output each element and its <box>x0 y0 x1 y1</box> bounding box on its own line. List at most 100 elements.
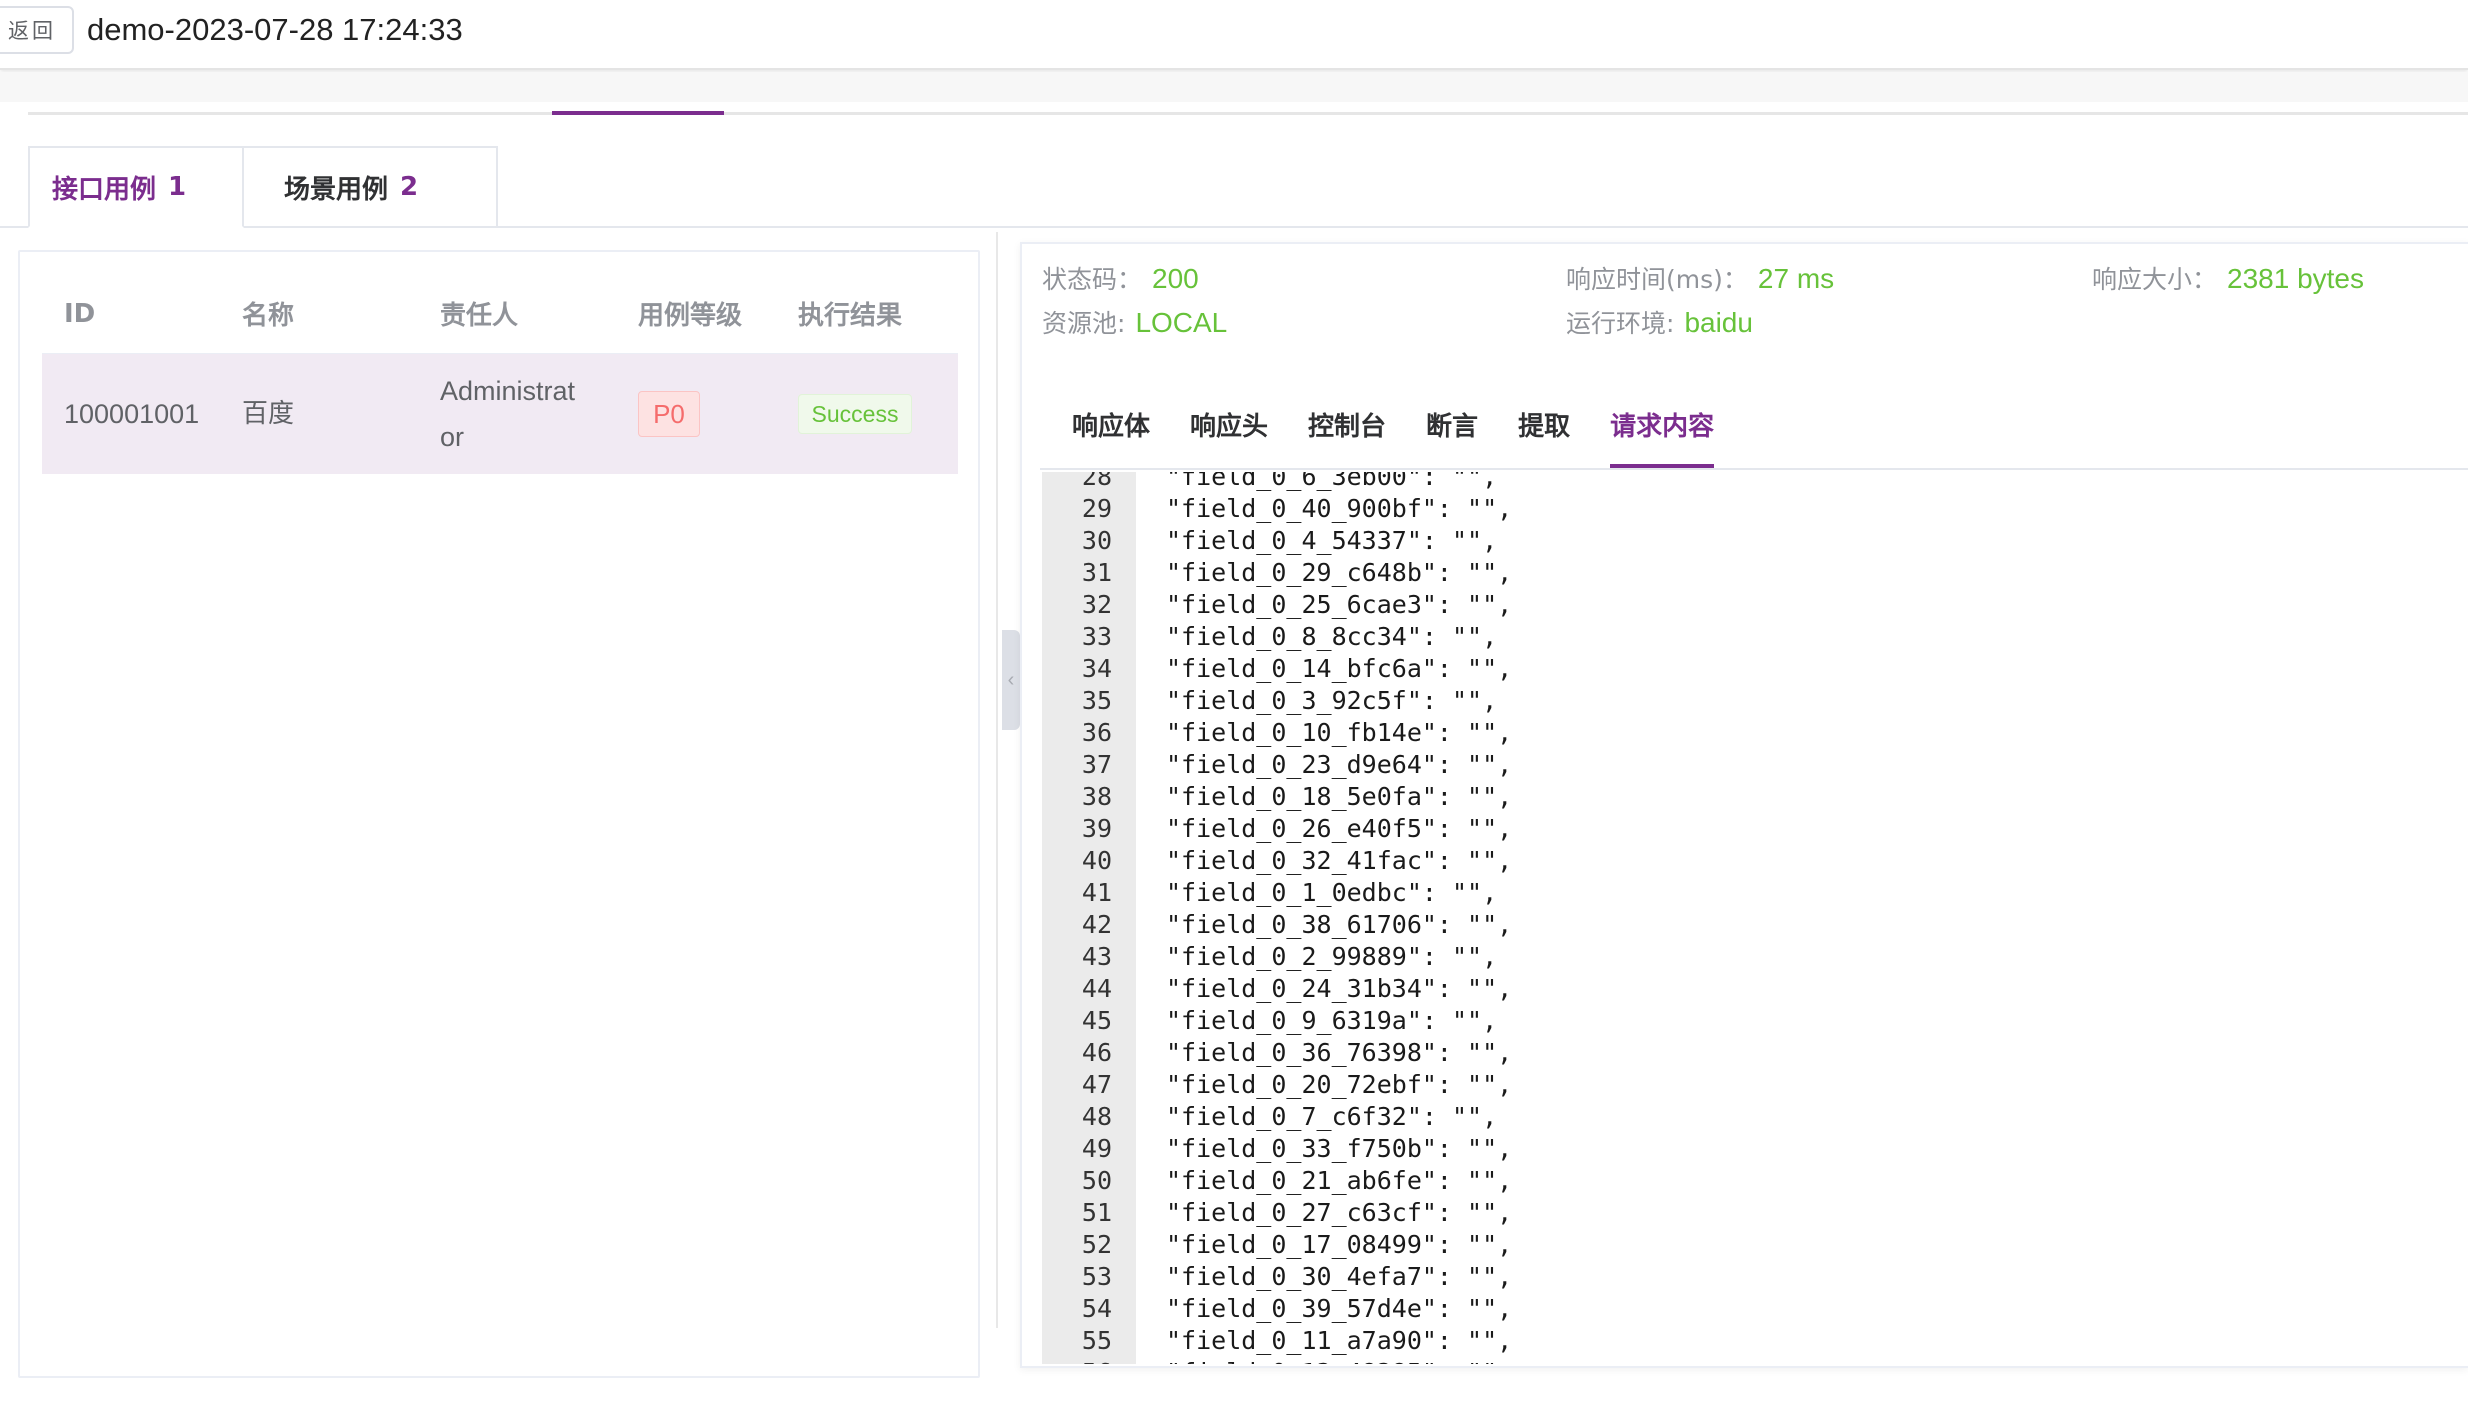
line-number: 36 <box>1081 717 1112 747</box>
tab-scenario-cases-label: 场景用例 <box>284 174 389 205</box>
line-number: 40 <box>1081 845 1112 875</box>
cell-name: 百度 <box>242 399 295 429</box>
code-line: 32 "field_0_25_6cae3": "", <box>1042 588 1512 620</box>
line-number: 52 <box>1081 1229 1112 1259</box>
code-text: "field_0_23_d9e64": "", <box>1166 749 1513 779</box>
code-text: "field_0_38_61706": "", <box>1166 909 1513 939</box>
code-text: "field_0_40_900bf": "", <box>1166 493 1513 523</box>
tab-request-content[interactable]: 请求内容 <box>1610 406 1715 468</box>
resource-pool: 资源池: LOCAL <box>1042 304 1227 340</box>
tab-response-headers[interactable]: 响应头 <box>1190 406 1268 460</box>
collapse-handle[interactable]: ‹ <box>1002 630 1020 730</box>
code-line: 53 "field_0_30_4efa7": "", <box>1042 1260 1512 1292</box>
code-editor[interactable]: 28 "field_0_6_3eb00": "", 29 "field_0_40_90… <box>1042 472 2468 1364</box>
code-text: "field_0_11_a7a90": "", <box>1166 1325 1513 1355</box>
code-text: "field_0_24_31b34": "", <box>1166 973 1513 1003</box>
cell-id: 100001001 <box>64 399 200 429</box>
table-header: ID 名称 责任人 用例等级 执行结果 <box>42 274 958 354</box>
tab-assertions[interactable]: 断言 <box>1426 406 1478 460</box>
column-header-result[interactable]: 执行结果 <box>798 295 958 332</box>
response-tabs: 响应体 响应头 控制台 断言 提取 请求内容 <box>1072 406 1754 468</box>
tab-console[interactable]: 控制台 <box>1308 406 1386 460</box>
tab-api-cases[interactable]: 接口用例 1 <box>28 146 244 228</box>
code-text: "field_0_10_fb14e": "", <box>1166 717 1513 747</box>
run-environment: 运行环境: baidu <box>1566 304 1753 340</box>
code-text: "field_0_25_6cae3": "", <box>1166 589 1513 619</box>
result-tag: Success <box>798 394 912 434</box>
response-size-value: 2381 bytes <box>2227 263 2365 294</box>
page-header: 返回 demo-2023-07-28 17:24:33 <box>0 0 2468 70</box>
tab-response-body[interactable]: 响应体 <box>1072 406 1150 460</box>
code-text: "field_0_17_08499": "", <box>1166 1229 1513 1259</box>
code-text: "field_0_13_48285": "", <box>1112 1358 1512 1365</box>
code-text: "field_0_33_f750b": "", <box>1166 1133 1513 1163</box>
line-number: 55 <box>1081 1325 1112 1355</box>
line-number: 35 <box>1081 685 1112 715</box>
line-number: 30 <box>1081 525 1112 555</box>
code-line: 33 "field_0_8_8cc34": "", <box>1042 620 1512 652</box>
code-text: "field_0_32_41fac": "", <box>1166 845 1513 875</box>
code-line: 38 "field_0_18_5e0fa": "", <box>1042 780 1512 812</box>
code-text: "field_0_27_c63cf": "", <box>1166 1197 1513 1227</box>
status-code-label: 状态码： <box>1042 265 1143 294</box>
back-button[interactable]: 返回 <box>0 6 74 54</box>
code-line: 35 "field_0_3_92c5f": "", <box>1042 684 1512 716</box>
line-number: 28 <box>1081 472 1112 491</box>
page-title: demo-2023-07-28 17:24:33 <box>87 12 463 47</box>
code-lines: 28 "field_0_6_3eb00": "", 29 "field_0_40_90… <box>1042 472 1512 1364</box>
code-line: 45 "field_0_9_6319a": "", <box>1042 1004 1512 1036</box>
column-header-id[interactable]: ID <box>42 299 242 329</box>
code-line: 44 "field_0_24_31b34": "", <box>1042 972 1512 1004</box>
step-indicator <box>552 111 724 115</box>
line-number: 53 <box>1081 1261 1112 1291</box>
resource-pool-label: 资源池: <box>1042 309 1126 338</box>
code-line: 55 "field_0_11_a7a90": "", <box>1042 1324 1512 1356</box>
case-list-panel: ID 名称 责任人 用例等级 执行结果 100001001 百度 Adminis… <box>18 250 980 1378</box>
line-number: 29 <box>1081 493 1112 523</box>
status-code: 状态码： 200 <box>1042 260 1199 296</box>
code-line: 41 "field_0_1_0edbc": "", <box>1042 876 1512 908</box>
code-line: 29 "field_0_40_900bf": "", <box>1042 492 1512 524</box>
cell-level: P0 <box>638 390 798 438</box>
code-line: 52 "field_0_17_08499": "", <box>1042 1228 1512 1260</box>
table-row[interactable]: 100001001 百度 Administrator P0 Success <box>42 354 958 474</box>
code-line: 36 "field_0_10_fb14e": "", <box>1042 716 1512 748</box>
code-text: "field_0_2_99889": "", <box>1166 941 1498 971</box>
column-header-owner[interactable]: 责任人 <box>440 295 638 332</box>
tab-scenario-cases-count: 2 <box>400 172 419 202</box>
code-line: 42 "field_0_38_61706": "", <box>1042 908 1512 940</box>
chevron-left-icon: ‹ <box>1007 668 1015 691</box>
response-panel: 状态码： 200 响应时间(ms)： 27 ms 响应大小： 2381 bytes 资… <box>1020 242 2468 1368</box>
code-text: "field_0_7_c6f32": "", <box>1166 1101 1498 1131</box>
code-line: 48 "field_0_7_c6f32": "", <box>1042 1100 1512 1132</box>
column-header-name[interactable]: 名称 <box>242 295 440 332</box>
line-number: 37 <box>1081 749 1112 779</box>
code-text: "field_0_30_4efa7": "", <box>1166 1261 1513 1291</box>
code-text: "field_0_26_e40f5": "", <box>1166 813 1513 843</box>
response-time-label: 响应时间(ms)： <box>1566 265 1748 294</box>
step-track <box>28 112 2468 115</box>
line-number: 33 <box>1081 621 1112 651</box>
response-size: 响应大小： 2381 bytes <box>2092 260 2364 296</box>
code-line: 51 "field_0_27_c63cf": "", <box>1042 1196 1512 1228</box>
line-number: 48 <box>1081 1101 1112 1131</box>
panel-divider <box>996 232 998 1328</box>
code-text: "field_0_6_3eb00": "", <box>1166 472 1498 491</box>
code-text: "field_0_9_6319a": "", <box>1166 1005 1498 1035</box>
case-type-tabs: 接口用例 1 场景用例 2 <box>28 146 498 228</box>
code-line: 28 "field_0_6_3eb00": "", <box>1042 472 1512 492</box>
line-number: 51 <box>1081 1197 1112 1227</box>
code-line: 46 "field_0_36_76398": "", <box>1042 1036 1512 1068</box>
code-line: 31 "field_0_29_c648b": "", <box>1042 556 1512 588</box>
code-line: 34 "field_0_14_bfc6a": "", <box>1042 652 1512 684</box>
toolbar-strip <box>0 72 2468 102</box>
line-number: 54 <box>1081 1293 1112 1323</box>
tab-extract[interactable]: 提取 <box>1518 406 1570 460</box>
code-text: "field_0_1_0edbc": "", <box>1166 877 1498 907</box>
cell-result: Success <box>798 391 958 437</box>
tab-api-cases-count: 1 <box>168 172 187 202</box>
code-line: 43 "field_0_2_99889": "", <box>1042 940 1512 972</box>
tab-scenario-cases[interactable]: 场景用例 2 <box>244 146 498 228</box>
line-number: 38 <box>1081 781 1112 811</box>
column-header-level[interactable]: 用例等级 <box>638 295 798 332</box>
